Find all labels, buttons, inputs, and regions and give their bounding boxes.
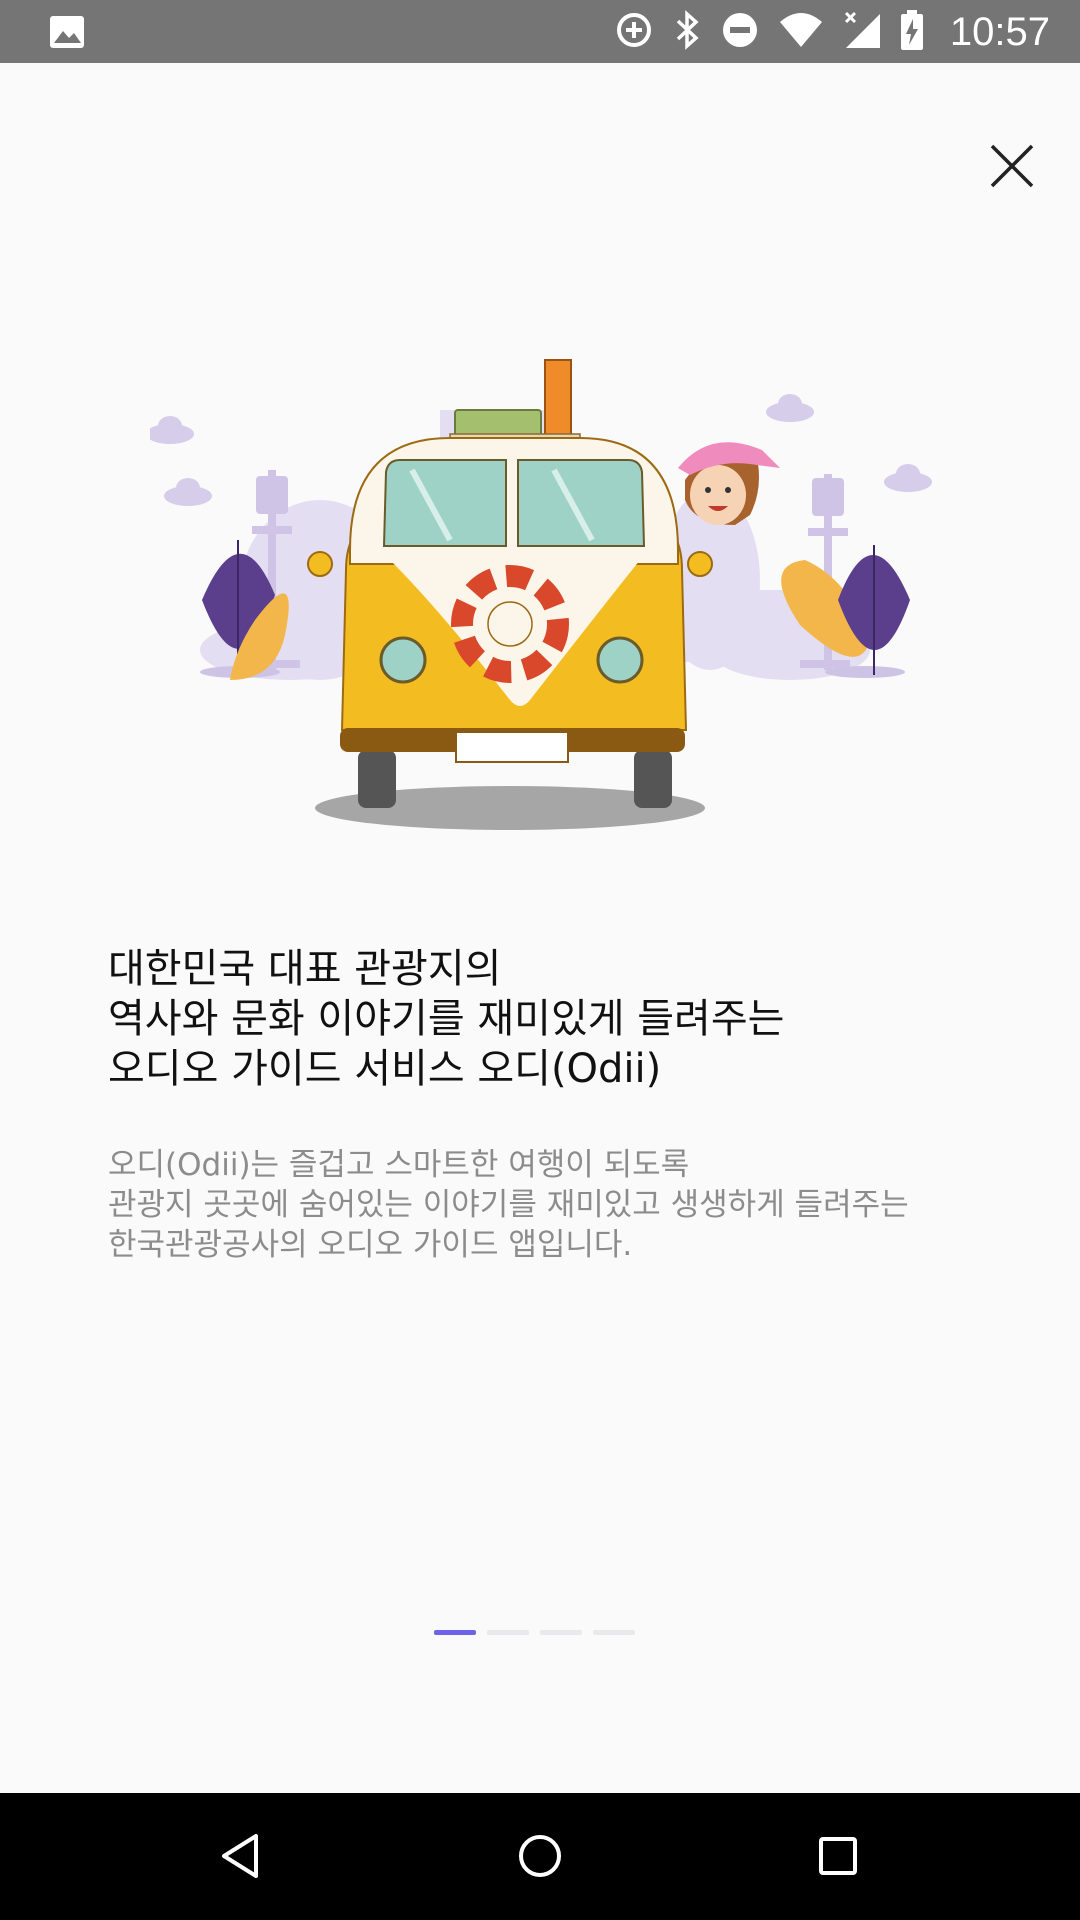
onboarding-title: 대한민국 대표 관광지의 역사와 문화 이야기를 재미있게 들려주는 오디오 가… (108, 946, 785, 1092)
onboarding-description: 오디(Odii)는 즐겁고 스마트한 여행이 되도록 관광지 곳곳에 숨어있는 … (108, 1147, 909, 1263)
home-button[interactable] (505, 1821, 575, 1891)
recents-icon (819, 1837, 857, 1875)
page-indicator (434, 1630, 635, 1635)
page-indicator-item-3[interactable] (540, 1630, 582, 1635)
status-time: 10:57 (949, 9, 1050, 54)
page-indicator-item-4[interactable] (593, 1630, 635, 1635)
cell-signal-off-icon (842, 10, 882, 54)
van-illustration (150, 359, 932, 830)
close-icon (990, 144, 1034, 188)
home-icon (519, 1835, 561, 1877)
do-not-disturb-icon (720, 10, 760, 54)
data-saver-icon (614, 10, 654, 54)
back-icon (222, 1834, 258, 1878)
page-indicator-item-2[interactable] (487, 1630, 529, 1635)
recents-button[interactable] (803, 1821, 873, 1891)
back-button[interactable] (206, 1821, 276, 1891)
onboarding-screen: 10:57 대한민국 대표 관광지의 역사와 문화 이야기를 재미있게 들려주는… (0, 0, 1080, 1920)
image-icon (48, 12, 88, 56)
navigation-bar (0, 1793, 1080, 1920)
page-indicator-item-1[interactable] (434, 1630, 476, 1635)
status-bar: 10:57 (0, 0, 1080, 63)
bluetooth-icon (672, 10, 702, 54)
wifi-icon (778, 10, 824, 54)
battery-charging-icon (900, 9, 924, 55)
close-button[interactable] (982, 136, 1042, 196)
